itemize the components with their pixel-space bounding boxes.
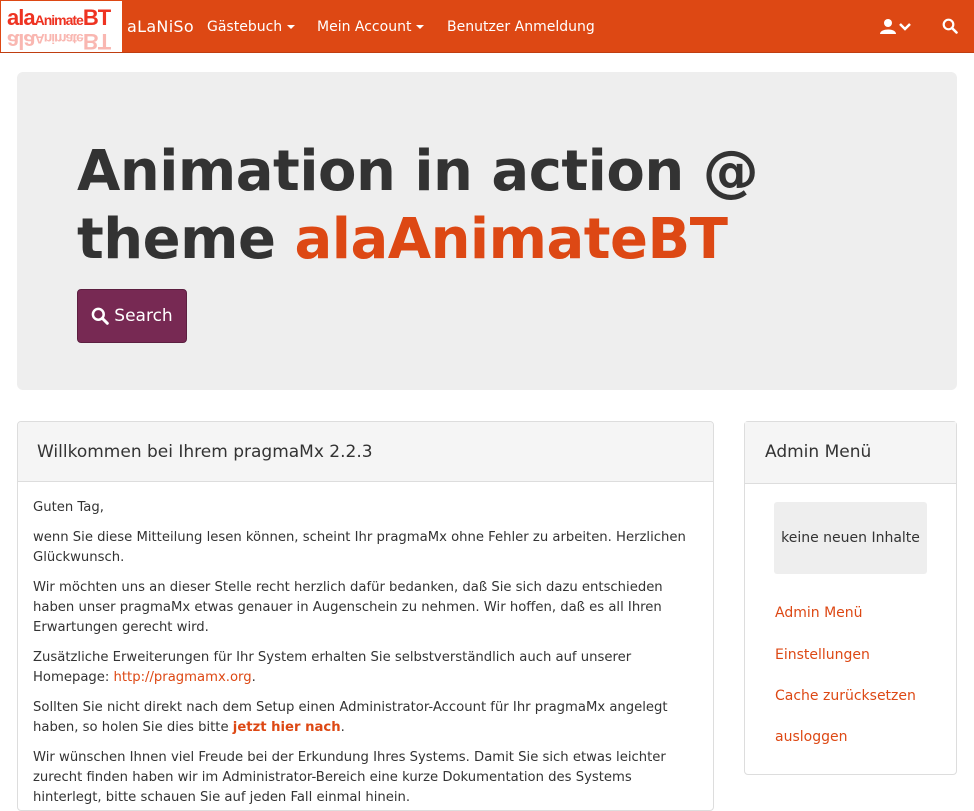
nav-guestbook[interactable]: Gästebuch (207, 19, 296, 35)
greeting-text: Guten Tag, (33, 500, 104, 515)
brand-link[interactable]: aLaNiSo (127, 17, 194, 36)
nav-user-login-label: Benutzer Anmeldung (447, 19, 595, 35)
admin-menu-heading: Admin Menü (745, 422, 956, 484)
user-icon (880, 19, 911, 34)
create-admin-link[interactable]: jetzt hier nach (233, 720, 341, 735)
hero-title: Animation in action @ theme alaAnimateBT (77, 139, 759, 272)
site-logo[interactable]: alaAnimateBT alaAnimateBT (1, 1, 122, 52)
welcome-body: Guten Tag, wenn Sie diese Mitteilung les… (18, 482, 713, 808)
sidebar-link-settings[interactable]: Einstellungen (775, 647, 870, 663)
search-button[interactable]: Search (77, 289, 187, 343)
welcome-heading: Willkommen bei Ihrem pragmaMx 2.2.3 (18, 422, 713, 482)
search-icon (91, 307, 110, 325)
caret-down-icon (287, 25, 296, 29)
paragraph: Wir möchten uns an dieser Stelle recht h… (33, 580, 663, 635)
search-button-label: Search (114, 306, 173, 326)
paragraph: wenn Sie diese Mitteilung lesen können, … (33, 530, 686, 565)
nav-my-account-label: Mein Account (317, 19, 412, 35)
nav-user-login[interactable]: Benutzer Anmeldung (447, 19, 595, 35)
sidebar-link-logout[interactable]: ausloggen (775, 729, 847, 745)
no-new-content-note: keine neuen Inhalte (774, 502, 927, 574)
homepage-link[interactable]: http://pragmamx.org (114, 670, 252, 685)
top-navbar: alaAnimateBT alaAnimateBT aLaNiSo Gästeb… (0, 0, 974, 53)
welcome-panel: Willkommen bei Ihrem pragmaMx 2.2.3 Gute… (17, 421, 714, 811)
hero-title-accent: alaAnimateBT (294, 207, 728, 272)
sidebar-link-clear-cache[interactable]: Cache zurücksetzen (775, 688, 916, 704)
paragraph: Sollten Sie nicht direkt nach dem Setup … (33, 700, 668, 735)
search-icon (942, 18, 958, 34)
paragraph: Wir wünschen Ihnen viel Freude bei der E… (33, 750, 666, 805)
paragraph: Zusätzliche Erweiterungen für Ihr System… (33, 650, 632, 685)
hero-jumbotron: Animation in action @ theme alaAnimateBT… (17, 72, 957, 390)
nav-search-button[interactable] (942, 18, 958, 34)
user-menu-toggle[interactable] (880, 18, 914, 36)
nav-my-account[interactable]: Mein Account (317, 19, 425, 35)
sidebar-link-admin-menu[interactable]: Admin Menü (775, 605, 863, 621)
admin-menu-panel: Admin Menü keine neuen Inhalte Admin Men… (744, 421, 957, 775)
caret-down-icon (416, 25, 425, 29)
nav-guestbook-label: Gästebuch (207, 19, 283, 35)
